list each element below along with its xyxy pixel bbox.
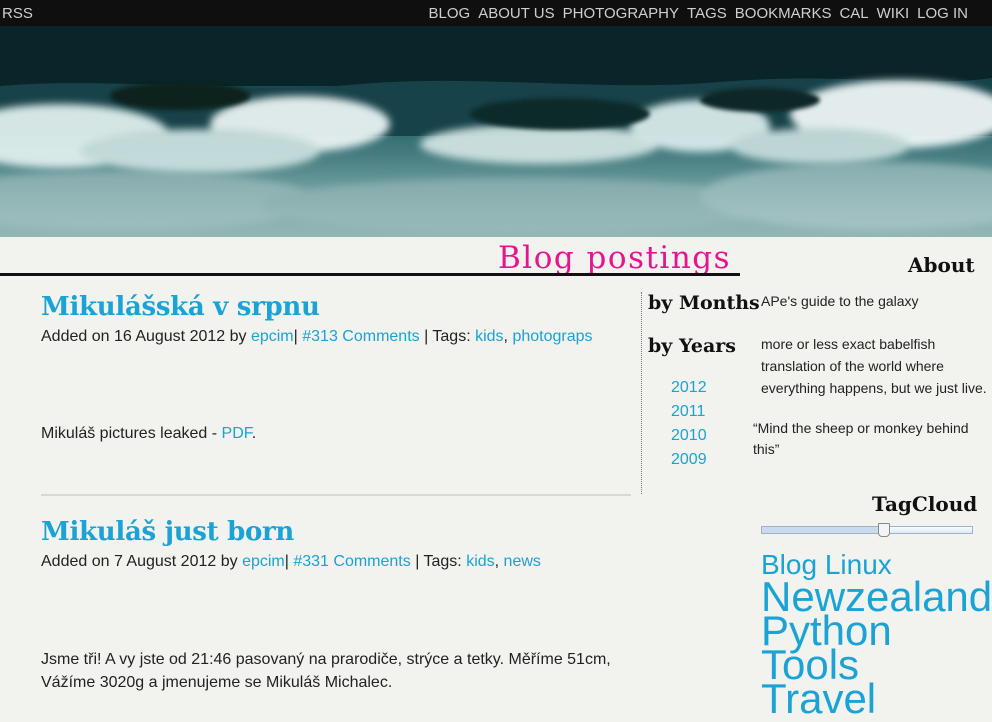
tagcloud-slider[interactable]	[761, 523, 973, 537]
pdf-link[interactable]: PDF	[222, 425, 252, 442]
archive-by-years-heading[interactable]: by Years	[648, 335, 736, 357]
tag-link-news[interactable]: news	[504, 553, 541, 570]
post-title-link[interactable]: Mikulášská v srpnu	[41, 292, 631, 322]
tag-link-kids[interactable]: kids	[475, 328, 503, 345]
nav-about-us[interactable]: ABOUT US	[478, 5, 554, 22]
year-link-2012[interactable]: 2012	[671, 376, 707, 400]
top-navigation-bar: RSS BLOG ABOUT US PHOTOGRAPHY TAGS BOOKM…	[0, 0, 992, 26]
header-ocean-image	[0, 26, 992, 237]
tag-link-photograps[interactable]: photograps	[512, 328, 592, 345]
year-link-2011[interactable]: 2011	[671, 400, 707, 424]
post-author-link[interactable]: epcim	[251, 328, 294, 345]
post-title-link[interactable]: Mikuláš just born	[41, 517, 631, 547]
about-description: more or less exact babelfish translation…	[761, 336, 987, 396]
main-nav: BLOG ABOUT US PHOTOGRAPHY TAGS BOOKMARKS…	[429, 5, 968, 22]
post-body-line: Jsme tři! A vy jste od 21:46 pasovaný na…	[41, 651, 611, 668]
title-divider	[0, 273, 740, 276]
archive-divider	[641, 292, 642, 494]
tag-cloud: Blog Linux Newzealand Python Tools Trave…	[761, 550, 992, 720]
tagcloud-slider-handle[interactable]	[878, 523, 890, 537]
post-date: Added on 16 August 2012 by	[41, 328, 251, 345]
nav-wiki[interactable]: WIKI	[877, 5, 910, 22]
post-body-text: Mikuláš pictures leaked -	[41, 425, 222, 442]
nav-log-in[interactable]: LOG IN	[917, 5, 968, 22]
tag-link-kids[interactable]: kids	[466, 553, 494, 570]
rss-link[interactable]: RSS	[2, 5, 33, 22]
nav-photography[interactable]: PHOTOGRAPHY	[563, 5, 679, 22]
about-quote: “Mind the sheep or monkey behind this”	[753, 420, 969, 457]
nav-tags[interactable]: TAGS	[687, 5, 727, 22]
tags-label: | Tags:	[419, 328, 476, 345]
nav-bookmarks[interactable]: BOOKMARKS	[735, 5, 832, 22]
tag-cloud-link-travel[interactable]: Travel	[761, 675, 876, 722]
nav-cal[interactable]: CAL	[839, 5, 868, 22]
year-link-2010[interactable]: 2010	[671, 424, 707, 448]
post-body-line: Vážíme 3020g a jmenujeme se Mikuláš Mich…	[41, 674, 393, 691]
post-date: Added on 7 August 2012 by	[41, 553, 243, 570]
archive-year-list: 2012 2011 2010 2009	[671, 376, 707, 472]
year-link-2009[interactable]: 2009	[671, 448, 707, 472]
post-meta: Added on 16 August 2012 by epcim| #313 C…	[41, 328, 593, 345]
post-meta: Added on 7 August 2012 by epcim| #331 Co…	[41, 553, 541, 570]
page-title: Blog postings	[498, 240, 732, 276]
blog-post: Mikulášská v srpnu Added on 16 August 20…	[41, 292, 631, 442]
post-body-end: .	[251, 425, 257, 442]
post-comments-link[interactable]: #331 Comments	[293, 553, 410, 570]
post-comments-link[interactable]: #313 Comments	[302, 328, 419, 345]
post-body: Jsme tři! A vy jste od 21:46 pasovaný na…	[41, 648, 631, 694]
tags-label: | Tags:	[410, 553, 467, 570]
post-author-link[interactable]: epcim	[242, 553, 285, 570]
about-heading: About	[908, 253, 975, 277]
archive-by-months-heading[interactable]: by Months	[648, 292, 760, 314]
about-tagline: APe's guide to the galaxy	[761, 293, 919, 309]
post-body: Mikuláš pictures leaked - PDF.	[41, 422, 256, 445]
tagcloud-slider-fill	[762, 527, 882, 533]
nav-blog[interactable]: BLOG	[429, 5, 471, 22]
post-separator	[41, 494, 631, 496]
tagcloud-heading: TagCloud	[872, 492, 978, 516]
about-text: APe's guide to the galaxy more or less e…	[761, 290, 992, 399]
blog-post: Mikuláš just born Added on 7 August 2012…	[41, 517, 631, 691]
ocean-waves-illustration	[0, 26, 992, 234]
